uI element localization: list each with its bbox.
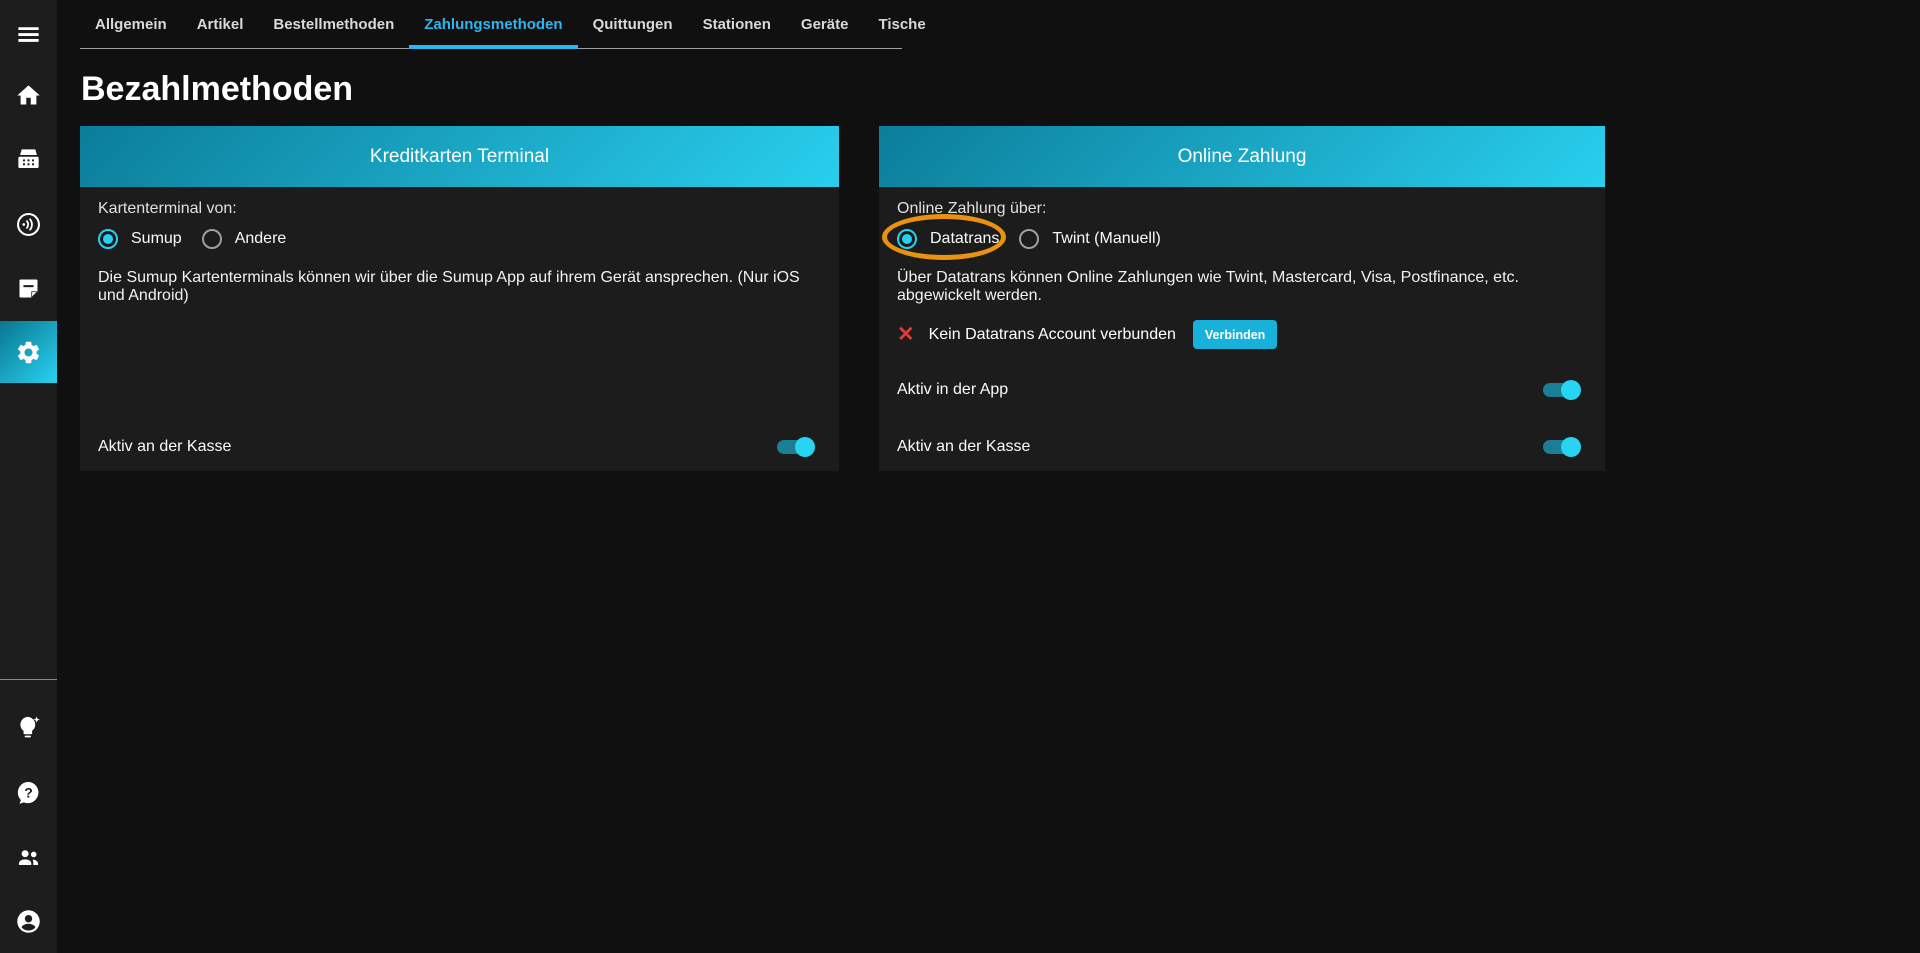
terminal-radio-group: Sumup Andere bbox=[98, 229, 286, 249]
help-icon: ? bbox=[17, 781, 39, 804]
home-icon bbox=[17, 84, 40, 104]
radio-unselected-icon bbox=[1019, 229, 1040, 249]
terminal-aktiv-kasse-row: Aktiv an der Kasse bbox=[98, 435, 815, 459]
toggle-thumb bbox=[1561, 437, 1581, 457]
online-aktiv-app-toggle[interactable] bbox=[1543, 380, 1581, 400]
sidebar-item-users[interactable] bbox=[0, 828, 57, 884]
radio-andere[interactable]: Andere bbox=[201, 229, 287, 249]
tab-tische[interactable]: Tische bbox=[863, 0, 940, 48]
account-icon bbox=[17, 909, 40, 933]
radio-twint-manuell[interactable]: Twint (Manuell) bbox=[1019, 229, 1161, 249]
online-aktiv-app-row: Aktiv in der App bbox=[897, 378, 1581, 402]
sidebar-item-tips[interactable] bbox=[0, 699, 57, 755]
tab-zahlungsmethoden[interactable]: Zahlungsmethoden bbox=[409, 0, 578, 49]
tab-artikel[interactable]: Artikel bbox=[182, 0, 259, 48]
radio-sumup-label: Sumup bbox=[131, 230, 182, 247]
terminal-aktiv-kasse-label: Aktiv an der Kasse bbox=[98, 438, 232, 455]
sidebar-item-notes[interactable] bbox=[0, 260, 57, 316]
terminal-description: Die Sumup Kartenterminals können wir übe… bbox=[98, 269, 800, 304]
toggle-thumb bbox=[1561, 380, 1581, 400]
page-title: Bezahlmethoden bbox=[81, 70, 354, 108]
sidebar-item-contactless[interactable] bbox=[0, 196, 57, 252]
hamburger-menu-icon bbox=[18, 26, 39, 42]
tab-geraete[interactable]: Geräte bbox=[786, 0, 864, 48]
note-icon bbox=[19, 279, 38, 297]
online-radio-group: Datatrans Twint (Manuell) bbox=[897, 229, 1161, 249]
sidebar-divider bbox=[0, 679, 57, 680]
card-header-kreditkarten-terminal: Kreditkarten Terminal bbox=[80, 126, 839, 187]
sidebar-item-register[interactable] bbox=[0, 131, 57, 187]
kartenterminal-von-label: Kartenterminal von: bbox=[98, 200, 237, 217]
users-icon bbox=[18, 849, 39, 865]
online-description: Über Datatrans können Online Zahlungen w… bbox=[897, 269, 1519, 304]
datatrans-status-row: ✕ Kein Datatrans Account verbunden Verbi… bbox=[897, 320, 1278, 349]
verbinden-button[interactable]: Verbinden bbox=[1192, 320, 1278, 349]
sidebar-item-account[interactable] bbox=[0, 893, 57, 949]
online-zahlung-ueber-label: Online Zahlung über: bbox=[897, 200, 1047, 217]
cash-register-icon bbox=[18, 148, 39, 168]
card-body-kreditkarten-terminal: Kartenterminal von: Sumup Andere Die Sum… bbox=[80, 187, 839, 471]
card-header-online-zahlung: Online Zahlung bbox=[879, 126, 1605, 187]
online-aktiv-kasse-row: Aktiv an der Kasse bbox=[897, 435, 1581, 459]
radio-datatrans[interactable]: Datatrans bbox=[897, 229, 999, 249]
terminal-aktiv-kasse-toggle[interactable] bbox=[777, 437, 815, 457]
radio-selected-icon bbox=[897, 229, 917, 249]
sidebar-item-settings[interactable] bbox=[0, 321, 57, 383]
tab-bestellmethoden[interactable]: Bestellmethoden bbox=[258, 0, 409, 48]
online-aktiv-kasse-toggle[interactable] bbox=[1543, 437, 1581, 457]
svg-text:?: ? bbox=[24, 784, 33, 800]
card-kreditkarten-terminal: Kreditkarten Terminal Kartenterminal von… bbox=[80, 126, 839, 471]
card-online-zahlung: Online Zahlung Online Zahlung über: Data… bbox=[879, 126, 1605, 471]
tab-stationen[interactable]: Stationen bbox=[688, 0, 786, 48]
sidebar-item-home[interactable] bbox=[0, 67, 57, 123]
radio-sumup[interactable]: Sumup bbox=[98, 229, 182, 249]
datatrans-status-text: Kein Datatrans Account verbunden bbox=[928, 325, 1176, 343]
radio-selected-icon bbox=[98, 229, 118, 249]
contactless-icon bbox=[17, 212, 40, 236]
sidebar-item-help[interactable]: ? bbox=[0, 764, 57, 820]
radio-unselected-icon bbox=[201, 229, 222, 249]
lightbulb-sparkle-icon bbox=[20, 715, 40, 737]
error-x-icon: ✕ bbox=[897, 323, 915, 346]
radio-twint-label: Twint (Manuell) bbox=[1052, 230, 1161, 247]
card-body-online-zahlung: Online Zahlung über: Datatrans Twint (Ma… bbox=[879, 187, 1605, 471]
radio-datatrans-label: Datatrans bbox=[930, 230, 1000, 247]
radio-andere-label: Andere bbox=[234, 230, 287, 247]
online-aktiv-kasse-label: Aktiv an der Kasse bbox=[897, 438, 1031, 455]
tab-allgemein[interactable]: Allgemein bbox=[80, 0, 182, 48]
gear-icon bbox=[17, 341, 40, 363]
sidebar-item-menu[interactable] bbox=[0, 6, 57, 62]
tab-quittungen[interactable]: Quittungen bbox=[578, 0, 688, 48]
toggle-thumb bbox=[795, 437, 815, 457]
settings-tab-bar: Allgemein Artikel Bestellmethoden Zahlun… bbox=[80, 0, 926, 49]
sidebar: ? bbox=[0, 0, 57, 953]
online-aktiv-app-label: Aktiv in der App bbox=[897, 381, 1009, 398]
